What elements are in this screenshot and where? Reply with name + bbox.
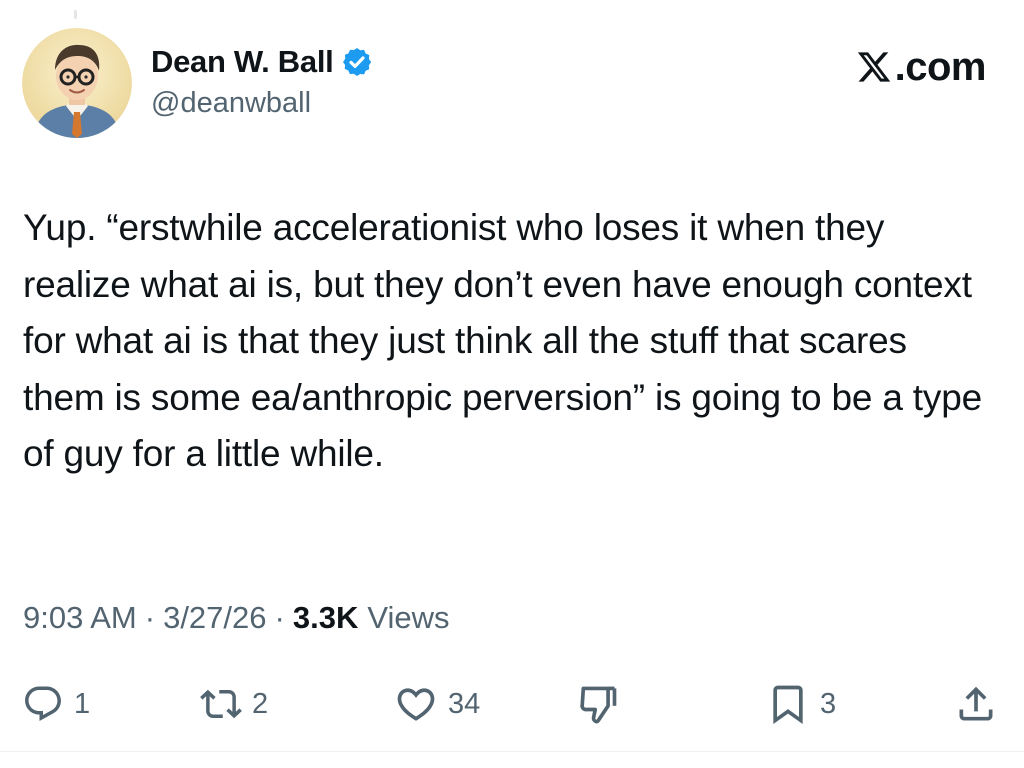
repost-icon: [200, 683, 242, 725]
meta-separator: ·: [144, 600, 156, 635]
views-label: Views: [367, 600, 450, 635]
bookmark-icon: [766, 682, 810, 726]
author-handle[interactable]: @deanwball: [151, 87, 311, 120]
avatar[interactable]: [22, 28, 132, 138]
reply-count: 1: [74, 687, 91, 720]
site-logo: .com: [856, 44, 987, 89]
heart-icon: [394, 682, 438, 726]
reply-icon: [22, 683, 64, 725]
author-display-name[interactable]: Dean W. Ball: [151, 44, 334, 80]
x-logo-icon: [856, 49, 892, 85]
tweet-time[interactable]: 9:03 AM: [23, 600, 137, 636]
verified-badge-icon: [341, 46, 373, 78]
share-icon: [954, 682, 998, 726]
like-count: 34: [448, 687, 481, 720]
top-marker: [74, 10, 77, 19]
bookmark-count: 3: [820, 687, 837, 720]
action-bar: 1 2 34 3: [0, 676, 1024, 732]
author-name-row: Dean W. Ball: [151, 42, 373, 82]
bottom-divider: [0, 751, 1024, 752]
views-count: 3.3K: [292, 600, 359, 635]
site-logo-text: .com: [894, 44, 987, 89]
tweet-meta: 9:03 AM · 3/27/26 · 3.3K Views: [23, 600, 449, 636]
meta-separator: ·: [274, 600, 285, 635]
thumbs-down-icon: [576, 682, 620, 726]
repost-button[interactable]: 2: [200, 676, 268, 732]
bookmark-button[interactable]: 3: [766, 676, 836, 732]
share-button[interactable]: [954, 676, 998, 732]
repost-count: 2: [252, 687, 269, 720]
like-button[interactable]: 34: [394, 676, 480, 732]
tweet-screenshot: Dean W. Ball @deanwball .com Yup. “erstw…: [0, 0, 1024, 768]
dislike-button[interactable]: [576, 676, 620, 732]
tweet-date[interactable]: 3/27/26: [163, 600, 266, 636]
reply-button[interactable]: 1: [22, 676, 90, 732]
tweet-text: Yup. “erstwhile accelerationist who lose…: [23, 207, 982, 474]
